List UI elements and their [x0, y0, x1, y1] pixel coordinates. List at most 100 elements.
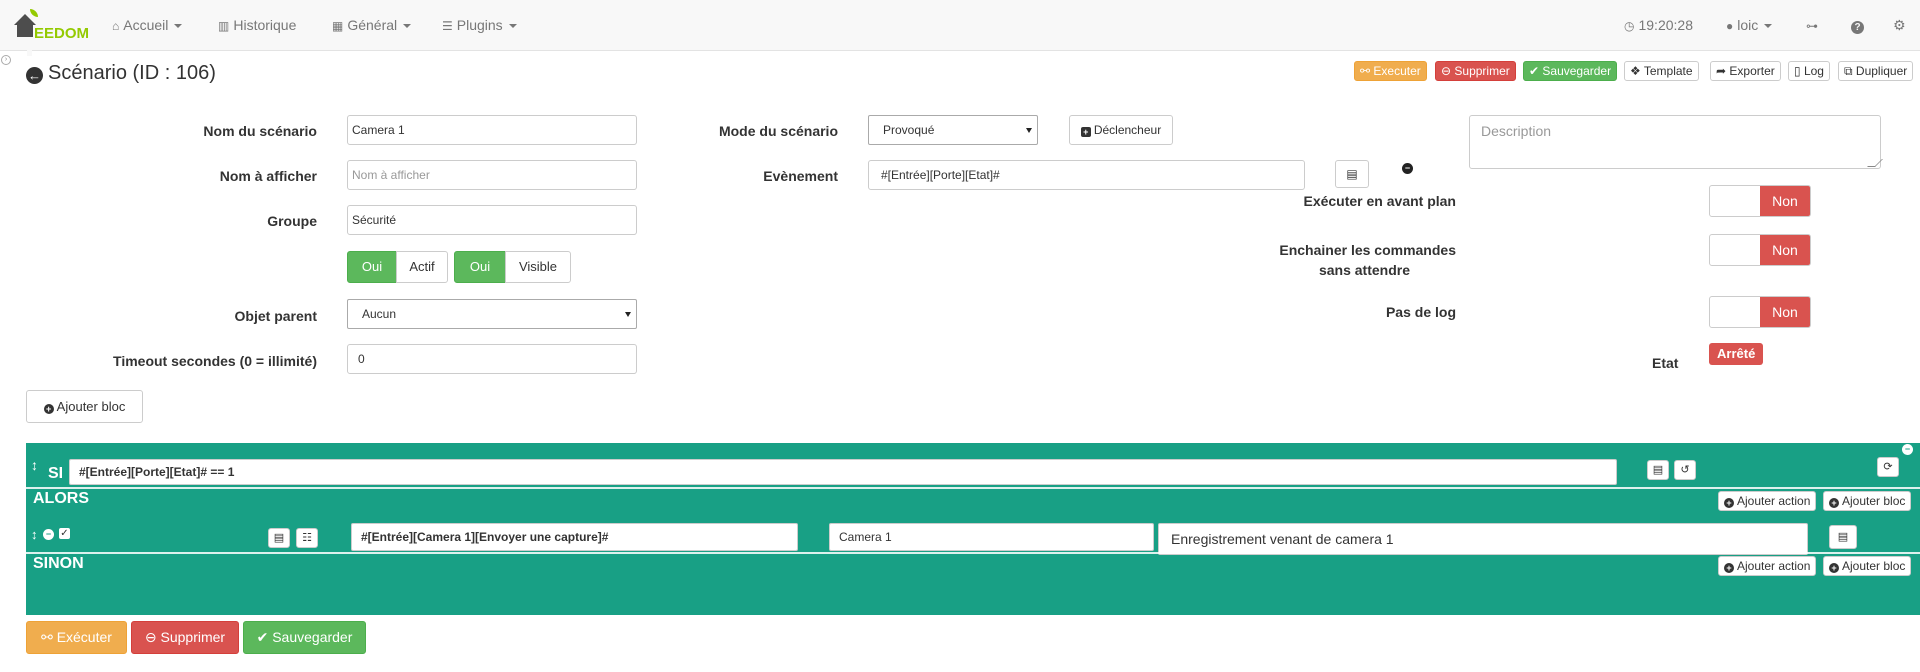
template-button[interactable]: ❖ Template	[1624, 61, 1699, 81]
action-message-input[interactable]: Enregistrement venant de camera 1	[1158, 523, 1808, 555]
scenario-name-label: Nom du scénario	[203, 123, 317, 139]
scenario-name-input[interactable]: Camera 1	[347, 115, 637, 145]
foreground-label: Exécuter en avant plan	[1303, 193, 1456, 209]
bar-chart-icon: ▥	[218, 19, 230, 33]
action-command-input[interactable]: #[Entrée][Camera 1][Envoyer une capture]…	[351, 523, 798, 551]
chain-commands-toggle[interactable]: Non	[1709, 234, 1811, 266]
active-label[interactable]: Actif	[396, 251, 448, 283]
state-badge: Arrêté	[1709, 343, 1764, 365]
else-add-block-button[interactable]: + Ajouter bloc	[1823, 556, 1912, 576]
dropdown-arrow-icon	[1026, 128, 1032, 133]
caret-down-icon	[403, 24, 412, 29]
action-select-action-button[interactable]: ☷	[296, 528, 318, 548]
list-alt-icon: ▤	[1346, 167, 1358, 181]
group-input[interactable]: Sécurité	[347, 205, 637, 235]
visible-yes-toggle[interactable]: Oui	[454, 251, 506, 283]
brand-text: EEDOM	[34, 25, 90, 42]
grid-icon: ▦	[332, 19, 344, 33]
tasks-icon: ☷	[302, 532, 312, 544]
sidebar-toggle-icon[interactable]: ›	[1, 55, 11, 65]
caret-down-icon	[508, 24, 517, 29]
duplicate-button[interactable]: ⧉ Dupliquer	[1838, 61, 1914, 81]
action-message-select-button[interactable]: ▤	[1829, 525, 1857, 549]
help-button[interactable]: ?	[1851, 0, 1864, 51]
save-button[interactable]: ✔ Sauvegarder	[1523, 61, 1618, 81]
no-log-toggle[interactable]: Non	[1709, 296, 1811, 328]
remove-action-icon[interactable]: −	[43, 529, 54, 540]
settings-button[interactable]: ⚙	[1893, 0, 1906, 51]
nav-historique[interactable]: ▥ Historique	[218, 0, 296, 51]
dropdown-arrow-icon	[625, 312, 631, 317]
footer-execute-button[interactable]: ⚯ Exécuter	[26, 621, 127, 654]
parent-object-select[interactable]: Aucun	[347, 299, 637, 329]
add-trigger-button[interactable]: + Déclencheur	[1069, 115, 1173, 145]
then-add-action-button[interactable]: + Ajouter action	[1718, 491, 1817, 511]
plus-circle-icon: +	[1724, 563, 1734, 573]
action-title-input[interactable]: Camera 1	[829, 523, 1154, 551]
then-add-block-button[interactable]: + Ajouter bloc	[1823, 491, 1912, 511]
plus-square-icon: +	[1080, 127, 1091, 137]
event-label: Evènement	[763, 168, 838, 184]
active-yes-toggle[interactable]: Oui	[347, 251, 397, 283]
jeedom-logo[interactable]: EEDOM	[12, 6, 90, 56]
then-label: ALORS	[33, 490, 89, 507]
cubes-icon: ❖	[1630, 64, 1644, 78]
clock-icon: ◷	[1624, 19, 1635, 33]
gear-icon: ⚙	[1893, 17, 1906, 33]
timeout-input[interactable]: 0	[347, 344, 637, 374]
nav-general[interactable]: ▦ Général	[332, 0, 412, 51]
link-icon: ⚯	[41, 629, 57, 645]
user-menu[interactable]: ● loic	[1726, 0, 1773, 51]
list-alt-icon: ▤	[1652, 464, 1664, 476]
plus-circle-icon: +	[1829, 498, 1839, 508]
select-command-button[interactable]: ▤	[1335, 160, 1369, 188]
action-drag-handle-icon[interactable]: ↕	[31, 527, 38, 542]
footer-delete-button[interactable]: ⊖ Supprimer	[131, 621, 239, 654]
footer-save-button[interactable]: ✔ Sauvegarder	[243, 621, 366, 654]
condition-input[interactable]: #[Entrée][Porte][Etat]# == 1	[69, 459, 1617, 485]
plus-circle-icon: +	[1724, 498, 1734, 508]
log-button[interactable]: ▯ Log	[1788, 61, 1830, 81]
visible-label[interactable]: Visible	[505, 251, 571, 283]
display-name-label: Nom à afficher	[219, 168, 317, 184]
remove-trigger-icon[interactable]: −	[1402, 163, 1413, 174]
minus-circle-icon: ⊖	[144, 629, 161, 645]
condition-select-button[interactable]: ▤	[1647, 460, 1669, 480]
drag-handle-icon[interactable]: ↕	[31, 457, 38, 473]
history-icon: ↺	[1680, 464, 1690, 476]
event-input[interactable]: #[Entrée][Porte][Etat]#	[868, 160, 1305, 190]
action-select-command-button[interactable]: ▤	[268, 528, 290, 548]
user-icon: ●	[1726, 19, 1734, 33]
share-icon: ➦	[1716, 64, 1730, 78]
sitemap-icon: ⊶	[1806, 19, 1818, 33]
caret-down-icon	[1764, 24, 1773, 29]
else-add-action-button[interactable]: + Ajouter action	[1718, 556, 1817, 576]
condition-history-button[interactable]: ↺	[1674, 460, 1696, 480]
nav-plugins[interactable]: ☰ Plugins	[442, 0, 517, 51]
nav-accueil[interactable]: ⌂ Accueil	[112, 0, 183, 51]
sitemap-button[interactable]: ⊶	[1806, 0, 1822, 51]
scenario-block: ↕ SI #[Entrée][Porte][Etat]# == 1 ▤ ↺ ⟳ …	[26, 443, 1920, 615]
timeout-label: Timeout secondes (0 = illimité)	[113, 353, 317, 369]
no-log-label: Pas de log	[1385, 304, 1456, 320]
refresh-block-button[interactable]: ⟳	[1877, 457, 1899, 477]
description-textarea[interactable]: Description	[1469, 115, 1883, 169]
group-label: Groupe	[267, 213, 317, 229]
action-enabled-checkbox[interactable]: ✓	[59, 528, 70, 539]
check-circle-icon: ✔	[256, 629, 273, 645]
delete-button[interactable]: ⊖ Supprimer	[1435, 61, 1516, 81]
add-block-button[interactable]: + Ajouter bloc	[26, 390, 143, 423]
display-name-input[interactable]: Nom à afficher	[347, 160, 637, 190]
refresh-icon: ⟳	[1883, 461, 1893, 473]
chain-commands-label: Enchainer les commandes	[1279, 242, 1456, 258]
back-arrow-icon[interactable]: ←	[26, 67, 43, 84]
scenario-mode-select[interactable]: Provoqué	[868, 115, 1038, 145]
execute-button[interactable]: ⚯ Executer	[1354, 61, 1427, 81]
question-circle-icon: ?	[1851, 21, 1864, 34]
state-label: Etat	[1652, 355, 1679, 371]
export-button[interactable]: ➦ Exporter	[1710, 61, 1781, 81]
foreground-toggle[interactable]: Non	[1709, 185, 1811, 217]
list-icon: ☰	[442, 19, 453, 33]
remove-block-icon[interactable]: −	[1902, 444, 1913, 455]
list-alt-icon: ▤	[273, 532, 285, 544]
